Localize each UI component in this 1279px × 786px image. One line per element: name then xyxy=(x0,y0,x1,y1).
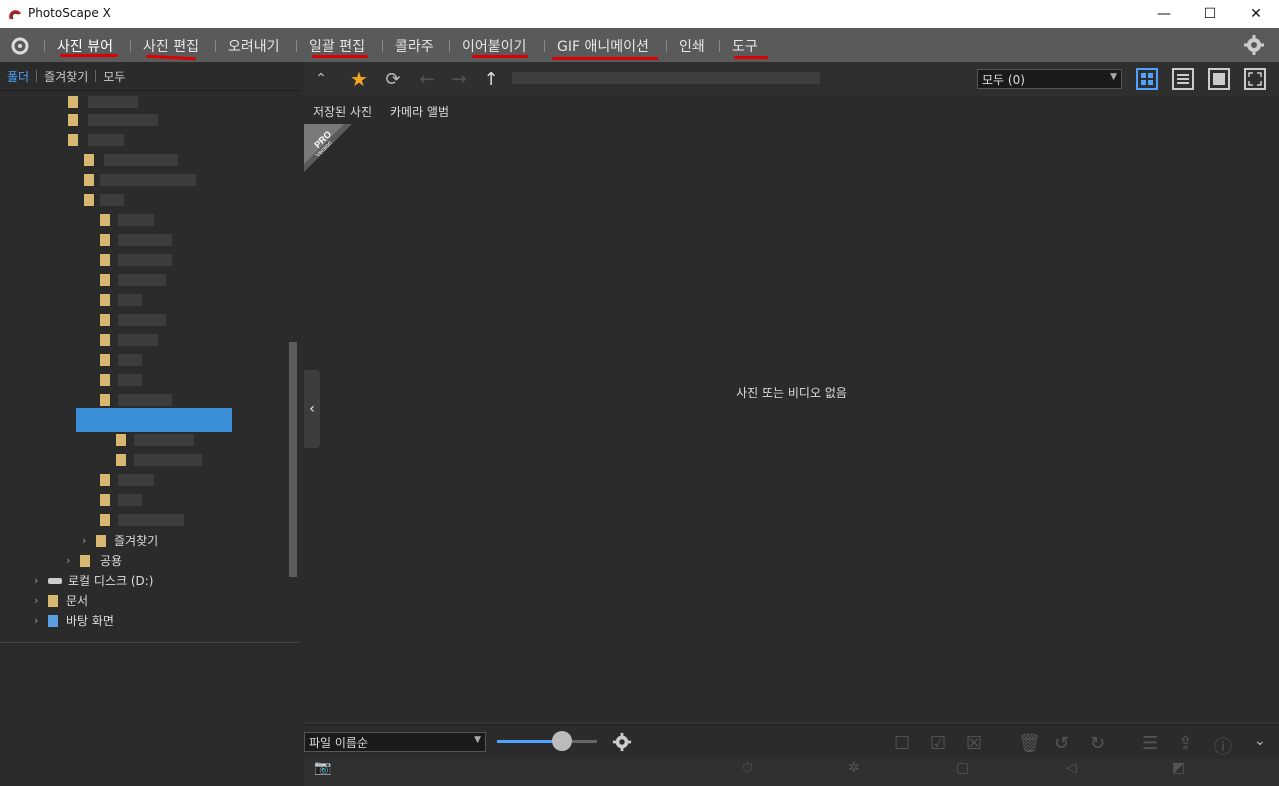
sort-select-value: 파일 이름순 xyxy=(309,736,369,750)
single-view-icon[interactable] xyxy=(1208,68,1230,90)
back-arrow-icon[interactable]: ← xyxy=(416,68,438,90)
adjust-icon[interactable]: ☰ xyxy=(1142,733,1162,754)
info-icon[interactable]: ⓘ xyxy=(1214,733,1234,758)
tree-item-label: 문서 xyxy=(66,594,89,608)
forward-arrow-icon[interactable]: → xyxy=(448,68,470,90)
tab-photo-viewer[interactable]: 사진 뷰어 xyxy=(57,36,113,56)
desktop-folder-icon xyxy=(48,614,58,627)
delete-icon[interactable]: 🗑 xyxy=(1018,733,1041,754)
tree-item-label: 로컬 디스크 (D:) xyxy=(68,574,154,588)
photoscape-logo-icon xyxy=(9,10,22,20)
tab-photo-editor[interactable]: 사진 편집 xyxy=(143,36,199,56)
tree-item-desktop[interactable]: › 바탕 화면 xyxy=(34,612,114,629)
maximize-button[interactable]: ☐ xyxy=(1187,0,1233,28)
path-breadcrumb xyxy=(512,72,820,84)
share-icon[interactable]: ⇪ xyxy=(1178,733,1198,754)
thumbnail-settings-icon[interactable] xyxy=(612,732,632,752)
annotation-underline xyxy=(734,56,768,59)
tree-item-label: 공용 xyxy=(100,554,123,568)
select-all-icon[interactable]: ☑ xyxy=(930,733,950,754)
filter-select[interactable]: 모두 (0) ▼ xyxy=(977,69,1122,89)
annotation-underline xyxy=(60,54,118,57)
tree-item-label: 바탕 화면 xyxy=(66,614,114,628)
title-bar: PhotoScape X — ☐ ✕ xyxy=(0,0,1279,28)
pro-version-badge: PRO Version xyxy=(304,124,352,172)
tab-combine[interactable]: 이어붙이기 xyxy=(462,36,526,56)
empty-state-message: 사진 또는 비디오 없음 xyxy=(736,386,847,400)
tab-tools[interactable]: 도구 xyxy=(732,36,758,56)
tab-camera-album[interactable]: 카메라 앨범 xyxy=(390,103,449,120)
thumbnail-area: PRO Version 사진 또는 비디오 없음 📷 ⏱ ✲ ▢ ◁ ◩ xyxy=(304,124,1279,786)
viewer-main: ⌃ ★ ⟳ ← → ↑ 모두 (0) ▼ 저장된 사진 카메라 앨범 PRO V… xyxy=(304,62,1279,786)
minimize-button[interactable]: — xyxy=(1141,0,1187,28)
tab-folders[interactable]: 폴더 xyxy=(0,68,36,85)
list-view-icon[interactable] xyxy=(1172,68,1194,90)
rotate-left-icon[interactable]: ↺ xyxy=(1054,733,1074,754)
timer-icon: ⏱ xyxy=(742,760,753,776)
folder-icon xyxy=(80,554,90,567)
flash-icon: ◁ xyxy=(1066,760,1077,776)
window-title: PhotoScape X xyxy=(28,6,111,20)
chevron-right-icon[interactable]: › xyxy=(82,534,96,547)
annotation-underline xyxy=(552,57,658,60)
tab-cut-out[interactable]: 오려내기 xyxy=(228,36,280,56)
refresh-icon[interactable]: ⟳ xyxy=(382,68,404,90)
chevron-down-icon[interactable]: ⌄ xyxy=(1254,733,1274,753)
tree-item-documents[interactable]: › 문서 xyxy=(34,592,88,609)
info-panel xyxy=(0,642,300,759)
star-icon[interactable]: ★ xyxy=(348,67,370,91)
bottom-toolbar: 파일 이름순 ▼ ☐ ☑ ☒ 🗑 ↺ ↻ ☰ ⇪ ⓘ ⌄ xyxy=(304,724,1279,759)
exposure-icon: ◩ xyxy=(1172,760,1186,776)
tree-item-favorites[interactable]: › 즐겨찾기 xyxy=(82,532,158,549)
filter-select-value: 모두 (0) xyxy=(982,73,1025,87)
tab-favorites[interactable]: 즐겨찾기 xyxy=(37,68,95,85)
tab-collage[interactable]: 콜라주 xyxy=(395,36,434,56)
left-tabs: 폴더 즐겨찾기 모두 xyxy=(0,62,300,91)
chevron-right-icon[interactable]: › xyxy=(34,614,48,627)
gear-icon[interactable] xyxy=(1243,34,1265,56)
collapse-panel-handle[interactable]: ‹ xyxy=(304,370,320,448)
tab-gif-animation[interactable]: GIF 애니메이션 xyxy=(557,36,649,56)
drive-icon xyxy=(48,577,62,584)
sort-select[interactable]: 파일 이름순 ▼ xyxy=(304,732,486,752)
photoscape-home-icon[interactable] xyxy=(10,36,30,56)
chevron-right-icon[interactable]: › xyxy=(34,574,48,587)
tree-item-public[interactable]: › 공용 xyxy=(66,552,122,569)
aperture-icon: ✲ xyxy=(848,760,860,776)
iso-icon: ▢ xyxy=(956,760,970,776)
chevron-right-icon[interactable]: › xyxy=(66,554,80,567)
up-arrow-icon[interactable]: ↑ xyxy=(480,68,502,90)
scrollbar-thumb[interactable] xyxy=(289,342,297,577)
close-button[interactable]: ✕ xyxy=(1233,0,1279,28)
camera-icon: 📷 xyxy=(314,760,332,776)
tab-saved-photos[interactable]: 저장된 사진 xyxy=(313,103,372,120)
annotation-underline xyxy=(312,55,368,58)
zoom-slider-track[interactable] xyxy=(497,731,597,751)
dropdown-arrow-icon: ▼ xyxy=(1110,72,1117,82)
collapse-up-icon[interactable]: ⌃ xyxy=(310,68,332,90)
grid-view-icon[interactable] xyxy=(1136,68,1158,90)
chevron-right-icon[interactable]: › xyxy=(34,594,48,607)
selected-folder-row[interactable] xyxy=(76,408,232,432)
album-subtabs: 저장된 사진 카메라 앨범 xyxy=(304,96,1279,125)
deselect-icon[interactable]: ☒ xyxy=(966,733,986,754)
main-menu-bar: 사진 뷰어 사진 편집 오려내기 일괄 편집 콜라주 이어붙이기 GIF 애니메… xyxy=(0,28,1279,62)
folder-scrollbar[interactable] xyxy=(288,98,298,638)
fullscreen-icon[interactable] xyxy=(1244,68,1266,90)
rotate-right-icon[interactable]: ↻ xyxy=(1090,733,1110,754)
select-none-icon[interactable]: ☐ xyxy=(894,733,914,754)
tab-all[interactable]: 모두 xyxy=(96,68,132,85)
star-folder-icon xyxy=(96,534,106,547)
tree-item-local-disk[interactable]: › 로컬 디스크 (D:) xyxy=(34,572,153,589)
tab-print[interactable]: 인쇄 xyxy=(679,36,705,56)
annotation-underline xyxy=(472,55,528,58)
zoom-slider-thumb[interactable] xyxy=(552,731,572,751)
folder-panel: 폴더 즐겨찾기 모두 › 즐겨찾기 › 공용 › 로컬 디스크 (D:) › 문… xyxy=(0,62,300,642)
documents-folder-icon xyxy=(48,594,58,607)
dropdown-arrow-icon: ▼ xyxy=(474,735,481,745)
tree-item-label: 즐겨찾기 xyxy=(114,534,159,548)
tab-batch-editor[interactable]: 일괄 편집 xyxy=(309,36,365,56)
viewer-toolbar: ⌃ ★ ⟳ ← → ↑ 모두 (0) ▼ xyxy=(304,62,1279,96)
